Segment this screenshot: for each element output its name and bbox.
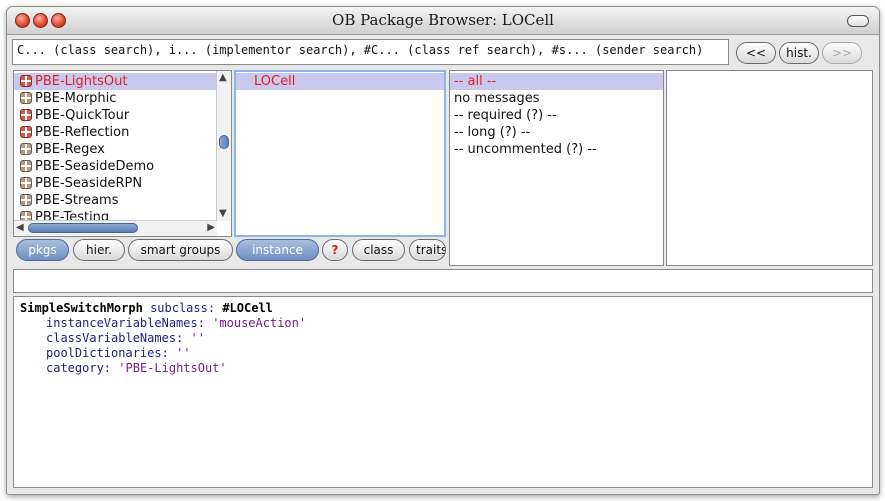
code-editor[interactable]: SimpleSwitchMorph subclass: #LOCell inst…	[13, 296, 873, 488]
protocol-item[interactable]: -- required (?) --	[450, 107, 663, 124]
package-icon	[20, 194, 32, 206]
class-item[interactable]: LOCell	[236, 73, 444, 90]
scroll-up-arrow-icon[interactable]: ▲	[219, 71, 227, 85]
protocol-item[interactable]: -- all --	[450, 73, 663, 90]
package-red-icon	[20, 126, 32, 138]
class-button[interactable]: class	[352, 239, 405, 261]
hierarchy-button[interactable]: hier.	[73, 239, 125, 261]
search-field[interactable]: C... (class search), i... (implementor s…	[12, 39, 729, 65]
package-red-icon	[20, 75, 32, 87]
history-button[interactable]: hist.	[779, 42, 819, 64]
history-back-button[interactable]: <<	[736, 42, 776, 64]
protocol-item[interactable]: -- uncommented (?) --	[450, 141, 663, 158]
code-line: SimpleSwitchMorph subclass: #LOCell	[20, 301, 273, 315]
traits-button[interactable]: traits	[409, 239, 446, 261]
package-red-icon	[20, 109, 32, 121]
code-line: classVariableNames: ''	[46, 331, 205, 345]
history-forward-button[interactable]: >>	[822, 42, 862, 64]
annotation-pane[interactable]	[13, 269, 873, 293]
window-title: OB Package Browser: LOCell	[332, 11, 554, 29]
pkgs-button[interactable]: pkgs	[16, 239, 69, 261]
package-item[interactable]: PBE-Reflection	[14, 124, 231, 141]
scroll-thumb[interactable]	[219, 135, 229, 149]
code-line: poolDictionaries: ''	[46, 346, 191, 360]
help-button[interactable]: ?	[322, 239, 348, 261]
packages-horizontal-scrollbar[interactable]: ◀ ▶	[14, 220, 217, 236]
protocols-pane[interactable]: -- all -- no messages -- required (?) --…	[449, 70, 664, 266]
scroll-thumb[interactable]	[28, 223, 138, 233]
package-icon	[20, 160, 32, 172]
methods-pane[interactable]	[666, 70, 873, 266]
classes-pane[interactable]: LOCell	[234, 70, 446, 237]
package-item[interactable]: PBE-Streams	[14, 192, 231, 209]
package-item[interactable]: PBE-LightsOut	[14, 73, 231, 90]
protocol-item[interactable]: no messages	[450, 90, 663, 107]
packages-pane[interactable]: PBE-LightsOut PBE-Morphic PBE-QuickTour …	[13, 70, 232, 237]
package-item[interactable]: PBE-SeasideRPN	[14, 175, 231, 192]
scroll-right-arrow-icon[interactable]: ▶	[207, 221, 215, 235]
package-icon	[20, 143, 32, 155]
collapse-button[interactable]	[847, 15, 869, 27]
package-item[interactable]: PBE-QuickTour	[14, 107, 231, 124]
packages-vertical-scrollbar[interactable]: ▲ ▼	[216, 71, 231, 221]
title-bar[interactable]: OB Package Browser: LOCell	[7, 7, 879, 35]
instance-button[interactable]: instance	[236, 239, 319, 261]
code-line: category: 'PBE-LightsOut'	[46, 361, 227, 375]
scroll-down-arrow-icon[interactable]: ▼	[219, 207, 227, 221]
scroll-left-arrow-icon[interactable]: ◀	[16, 221, 24, 235]
browser-window: OB Package Browser: LOCell C... (class s…	[6, 6, 880, 495]
package-icon	[20, 177, 32, 189]
code-line: instanceVariableNames: 'mouseAction'	[46, 316, 307, 330]
package-item[interactable]: PBE-Regex	[14, 141, 231, 158]
smart-groups-button[interactable]: smart groups	[128, 239, 233, 261]
package-icon	[20, 92, 32, 104]
protocol-item[interactable]: -- long (?) --	[450, 124, 663, 141]
package-item[interactable]: PBE-SeasideDemo	[14, 158, 231, 175]
package-item[interactable]: PBE-Morphic	[14, 90, 231, 107]
